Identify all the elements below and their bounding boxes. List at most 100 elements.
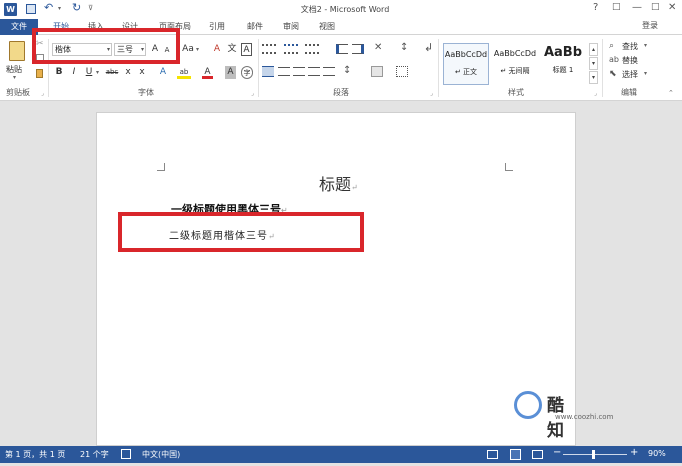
redo-icon[interactable]: ↻ (72, 1, 81, 14)
tab-references[interactable]: 引用 (209, 21, 225, 32)
print-layout-icon[interactable] (510, 449, 521, 460)
change-case-button[interactable]: Aa (181, 43, 195, 56)
styles-scroll-up-icon[interactable]: ▴ (589, 43, 598, 56)
enclose-characters-button[interactable]: 字 (241, 66, 253, 79)
styles-launcher-icon[interactable]: ⌟ (594, 90, 597, 97)
text-effects-button[interactable]: A (158, 66, 168, 79)
phonetic-guide-button[interactable]: 文 (226, 43, 238, 56)
zoom-slider-thumb[interactable] (592, 450, 595, 459)
watermark-url: www.coozhi.com (555, 413, 614, 421)
ribbon-display-button[interactable]: □ (612, 2, 621, 12)
style-preview: AaBbCcDd (493, 49, 537, 58)
show-marks-icon[interactable]: ↲ (424, 41, 433, 54)
maximize-button[interactable]: □ (651, 2, 660, 12)
zoom-slider-track[interactable] (563, 454, 627, 455)
subscript-button[interactable]: x (123, 66, 133, 79)
styles-scroll-down-icon[interactable]: ▾ (589, 57, 598, 70)
highlight-box-heading2 (118, 212, 364, 252)
select-icon[interactable]: ⬉ (609, 69, 617, 79)
highlight-button[interactable]: ab (177, 66, 191, 79)
sign-in-link[interactable]: 登录 (642, 20, 658, 31)
tab-view[interactable]: 视图 (319, 21, 335, 32)
italic-button[interactable]: I (69, 66, 79, 79)
strikethrough-button[interactable]: abc (104, 66, 120, 79)
zoom-out-button[interactable]: − (553, 447, 561, 458)
word-icon[interactable]: W (4, 3, 17, 16)
margin-corner-mark (505, 163, 513, 171)
style-no-spacing[interactable]: AaBbCcDd ↵ 无间隔 (492, 43, 538, 85)
paste-dropdown-icon[interactable]: ▾ (13, 74, 16, 81)
paragraph-mark-icon: ↵ (351, 183, 358, 192)
minimize-button[interactable]: — (632, 2, 642, 13)
tab-mailings[interactable]: 邮件 (247, 21, 263, 32)
find-icon[interactable]: ⌕ (609, 41, 614, 51)
align-left-icon[interactable] (262, 66, 274, 77)
tab-review[interactable]: 审阅 (283, 21, 299, 32)
help-button[interactable]: ? (593, 2, 598, 13)
multilevel-list-icon[interactable] (305, 44, 319, 54)
watermark-logo-icon (514, 391, 542, 419)
style-label: ↵ 无间隔 (500, 67, 530, 75)
justify-icon[interactable] (308, 67, 320, 76)
underline-button[interactable]: U (84, 66, 94, 79)
align-center-icon[interactable] (278, 67, 290, 76)
find-button[interactable]: 查找 (622, 41, 638, 52)
editing-group-label: 编辑 (621, 88, 637, 97)
document-page[interactable]: 标题↵ 一级标题使用黑体三号↵ 二级标题用楷体三号↵ 酷知网 www.coozh… (96, 112, 613, 466)
zoom-in-button[interactable]: + (630, 447, 638, 458)
title-line[interactable]: 标题↵ (319, 171, 358, 195)
find-dropdown-icon[interactable]: ▾ (644, 42, 647, 49)
collapse-ribbon-icon[interactable]: ⌃ (668, 89, 674, 97)
customize-quick-access-icon[interactable]: ⊽ (88, 4, 93, 12)
underline-dropdown-icon[interactable]: ▾ (96, 69, 99, 76)
title-line-text: 标题 (319, 175, 352, 194)
zoom-level[interactable]: 90% (648, 449, 666, 458)
proofing-icon[interactable] (121, 449, 131, 459)
title-bar: W ↶ ▾ ↻ ⊽ 文档2 - Microsoft Word ? □ — □ ✕ (0, 0, 682, 19)
bullets-icon[interactable] (262, 44, 276, 54)
select-dropdown-icon[interactable]: ▾ (644, 70, 647, 77)
superscript-button[interactable]: x (137, 66, 147, 79)
style-normal[interactable]: AaBbCcDd ↵ 正文 (443, 43, 489, 85)
close-button[interactable]: ✕ (668, 2, 676, 13)
undo-dropdown-icon[interactable]: ▾ (58, 5, 61, 12)
format-painter-icon[interactable] (36, 69, 43, 78)
style-heading-1[interactable]: AaBb 标题 1 (540, 43, 586, 85)
web-layout-icon[interactable] (532, 450, 543, 459)
style-preview: AaBb (543, 45, 583, 60)
separator (602, 39, 603, 97)
align-right-icon[interactable] (293, 67, 305, 76)
clipboard-launcher-icon[interactable]: ⌟ (41, 90, 44, 97)
paste-icon[interactable] (9, 41, 25, 61)
styles-more-icon[interactable]: ▾ (589, 71, 598, 84)
replace-icon[interactable]: ab (609, 55, 619, 64)
style-label: ↵ 正文 (454, 68, 478, 76)
character-shading-button[interactable]: A (225, 66, 236, 79)
select-button[interactable]: 选择 (622, 69, 638, 80)
change-case-dropdown-icon[interactable]: ▾ (196, 46, 199, 53)
decrease-indent-icon[interactable] (336, 44, 348, 54)
increase-indent-icon[interactable] (352, 44, 364, 54)
distributed-icon[interactable] (323, 67, 335, 76)
undo-icon[interactable]: ↶ (44, 1, 53, 14)
language-indicator[interactable]: 中文(中国) (142, 449, 180, 460)
character-border-button[interactable]: A (241, 43, 252, 56)
chinese-layout-icon[interactable]: ✕ (374, 42, 382, 53)
line-spacing-icon[interactable]: ↕ (343, 65, 351, 76)
style-label: 标题 1 (552, 66, 574, 74)
paragraph-launcher-icon[interactable]: ⌟ (430, 90, 433, 97)
bold-button[interactable]: B (54, 66, 64, 79)
replace-button[interactable]: 替换 (622, 55, 638, 66)
font-launcher-icon[interactable]: ⌟ (251, 90, 254, 97)
numbering-icon[interactable] (284, 44, 298, 54)
shading-icon[interactable] (371, 66, 383, 77)
clear-formatting-button[interactable]: A (212, 43, 222, 56)
read-mode-icon[interactable] (487, 450, 498, 459)
sort-icon[interactable]: ↕ (400, 42, 408, 53)
save-icon[interactable] (26, 4, 36, 14)
borders-icon[interactable] (396, 66, 408, 77)
page-count[interactable]: 第 1 页，共 1 页 (5, 449, 65, 460)
styles-group-label: 样式 (508, 88, 524, 97)
font-color-button[interactable]: A (202, 66, 213, 79)
word-count[interactable]: 21 个字 (80, 449, 109, 460)
